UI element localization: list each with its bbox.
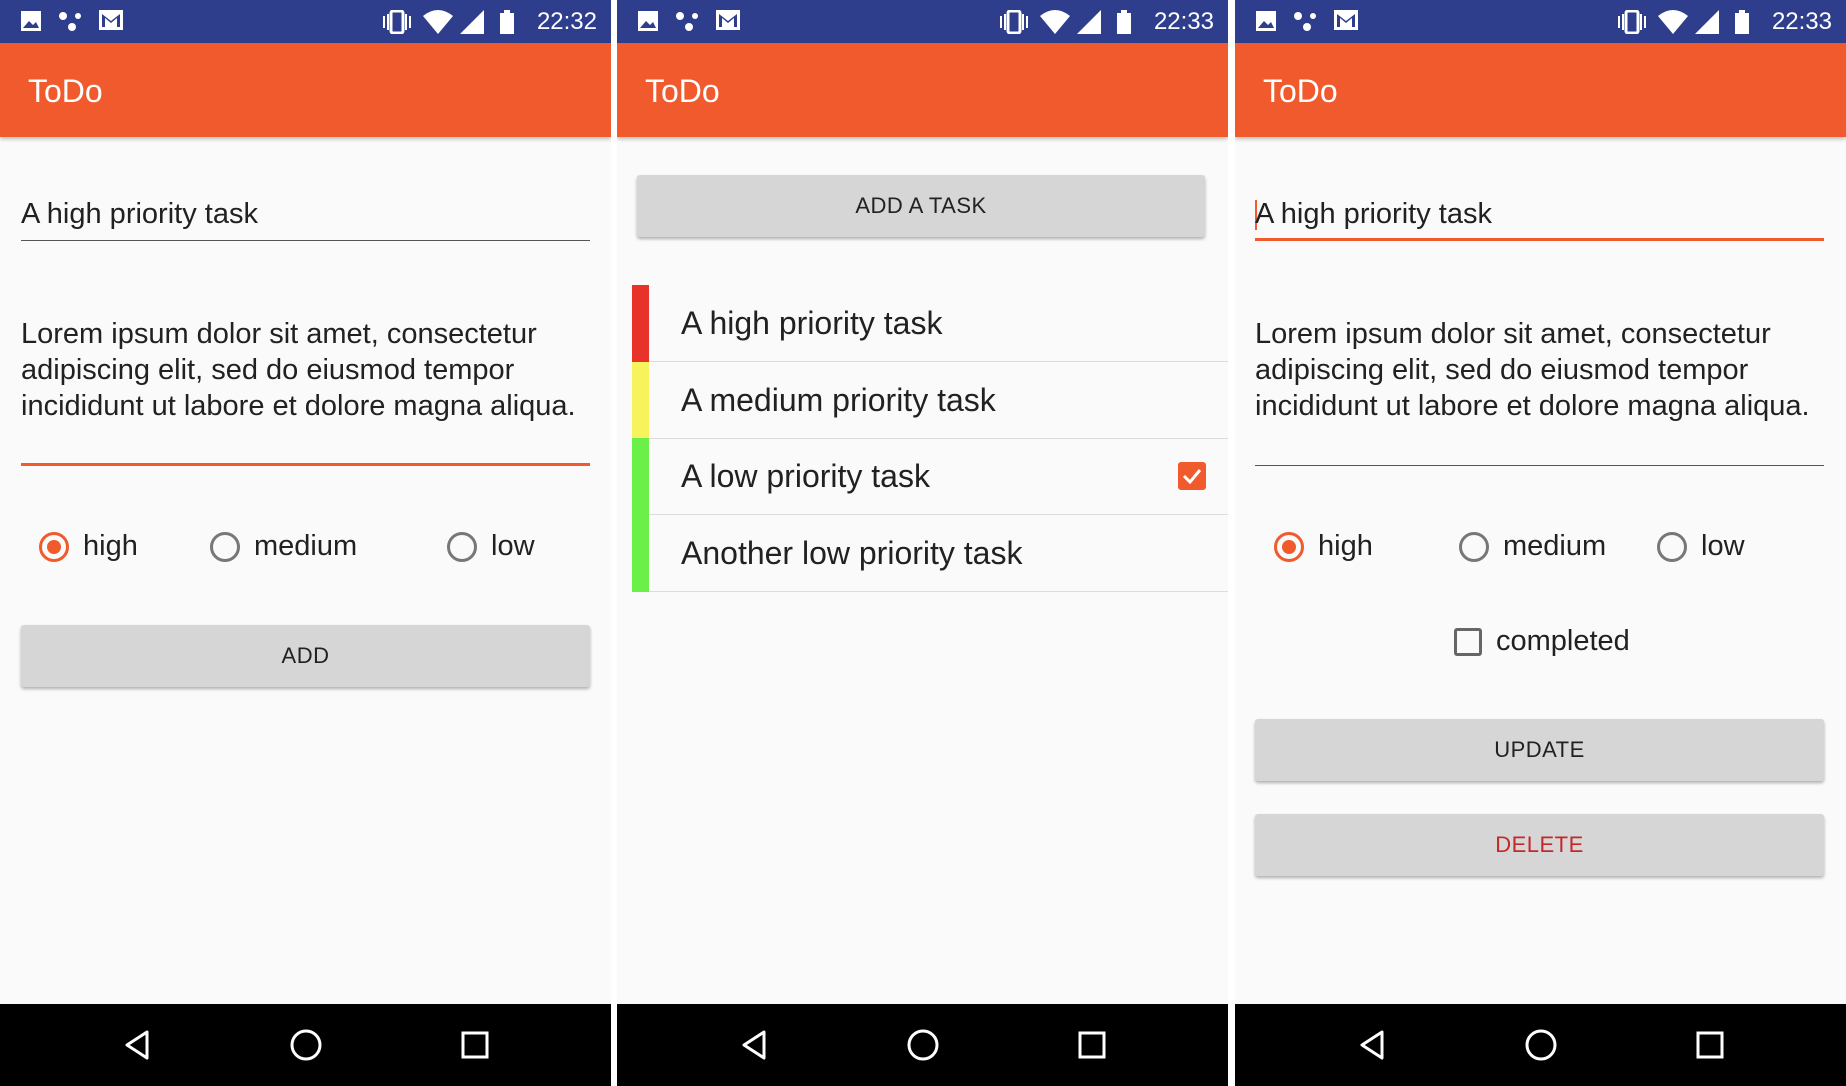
- task-description-input[interactable]: Lorem ipsum dolor sit amet, consectetur …: [21, 316, 590, 466]
- task-title-value: A high priority task: [1255, 198, 1492, 230]
- description-underline: [1255, 465, 1824, 466]
- radio-button[interactable]: [1459, 532, 1489, 562]
- status-bar: 22:33: [617, 0, 1228, 43]
- image-icon: [638, 11, 658, 31]
- update-button[interactable]: UPDATE: [1255, 719, 1824, 781]
- battery-icon: [1117, 10, 1131, 34]
- task-title-value: A high priority task: [21, 198, 258, 230]
- task-row[interactable]: A high priority task: [632, 285, 1228, 362]
- task-label: A medium priority task: [681, 382, 996, 418]
- clock: 22:32: [536, 8, 597, 35]
- vibrate-icon: [1618, 10, 1646, 34]
- task-row[interactable]: Another low priority task: [632, 515, 1228, 592]
- completed-checkbox[interactable]: [1454, 628, 1482, 656]
- image-icon: [21, 11, 41, 31]
- priority-indicator-medium: [632, 362, 649, 439]
- task-label: A high priority task: [681, 305, 943, 341]
- dots-icon: [1294, 12, 1316, 31]
- vibrate-icon: [1000, 10, 1028, 34]
- task-description-value: Lorem ipsum dolor sit amet, consectetur …: [21, 318, 576, 422]
- back-icon[interactable]: [1354, 1027, 1390, 1063]
- add-a-task-button[interactable]: ADD A TASK: [637, 175, 1205, 237]
- app-bar: ToDo: [0, 43, 611, 137]
- task-title-input[interactable]: A high priority task: [21, 196, 590, 241]
- gmail-icon: [1334, 10, 1358, 30]
- status-bar: 22:32: [0, 0, 611, 43]
- task-title-input[interactable]: A high priority task: [1255, 196, 1824, 241]
- priority-indicator-low: [632, 438, 649, 515]
- radio-label-low: low: [491, 530, 535, 562]
- edit-task-screen: 22:33 ToDo A high priority task Lorem ip…: [1235, 0, 1846, 1086]
- recents-icon[interactable]: [457, 1027, 493, 1063]
- gmail-icon: [716, 10, 740, 30]
- wifi-icon: [1040, 10, 1070, 34]
- battery-icon: [500, 10, 514, 34]
- clock: 22:33: [1771, 8, 1832, 35]
- task-description-value: Lorem ipsum dolor sit amet, consectetur …: [1255, 318, 1810, 422]
- task-row[interactable]: A medium priority task: [632, 362, 1228, 439]
- home-icon[interactable]: [288, 1027, 324, 1063]
- radio-button-checked[interactable]: [39, 532, 69, 562]
- task-description-input[interactable]: Lorem ipsum dolor sit amet, consectetur …: [1255, 316, 1824, 466]
- radio-label-low: low: [1701, 530, 1745, 562]
- title-underline: [21, 240, 590, 241]
- radio-label-medium: medium: [254, 530, 358, 562]
- battery-icon: [1735, 10, 1749, 34]
- dots-icon: [676, 12, 698, 31]
- completed-label: completed: [1496, 625, 1630, 657]
- back-icon[interactable]: [736, 1027, 772, 1063]
- radio-label-high: high: [83, 530, 138, 562]
- radio-button[interactable]: [210, 532, 240, 562]
- back-icon[interactable]: [119, 1027, 155, 1063]
- radio-button[interactable]: [447, 532, 477, 562]
- signal-icon: [1077, 10, 1101, 34]
- task-label: A low priority task: [681, 458, 930, 494]
- recents-icon[interactable]: [1692, 1027, 1728, 1063]
- title-underline: [1255, 238, 1824, 241]
- delete-button[interactable]: DELETE: [1255, 814, 1824, 876]
- app-title: ToDo: [28, 73, 103, 109]
- signal-icon: [1695, 10, 1719, 34]
- vibrate-icon: [383, 10, 411, 34]
- radio-button[interactable]: [1657, 532, 1687, 562]
- app-bar: ToDo: [617, 43, 1228, 137]
- status-bar: 22:33: [1235, 0, 1846, 43]
- completed-checkbox[interactable]: [1178, 462, 1206, 490]
- priority-indicator-high: [632, 285, 649, 362]
- home-icon[interactable]: [1523, 1027, 1559, 1063]
- task-list-screen: 22:33 ToDo ADD A TASK A high priority ta…: [617, 0, 1228, 1086]
- app-bar: ToDo: [1235, 43, 1846, 137]
- app-title: ToDo: [645, 73, 720, 109]
- recents-icon[interactable]: [1074, 1027, 1110, 1063]
- app-title: ToDo: [1263, 73, 1338, 109]
- task-row[interactable]: A low priority task: [632, 438, 1228, 515]
- radio-label-medium: medium: [1503, 530, 1607, 562]
- dots-icon: [59, 12, 81, 31]
- task-label: Another low priority task: [681, 535, 1023, 571]
- description-underline: [21, 463, 590, 466]
- image-icon: [1256, 11, 1276, 31]
- nav-bar: [617, 1004, 1228, 1086]
- add-button[interactable]: ADD: [21, 625, 590, 687]
- gmail-icon: [99, 10, 123, 30]
- check-icon: [1182, 469, 1202, 485]
- nav-bar: [1235, 1004, 1846, 1086]
- add-task-screen: 22:32 ToDo A high priority task Lorem ip…: [0, 0, 611, 1086]
- home-icon[interactable]: [905, 1027, 941, 1063]
- wifi-icon: [423, 10, 453, 34]
- radio-label-high: high: [1318, 530, 1373, 562]
- signal-icon: [460, 10, 484, 34]
- radio-button-checked[interactable]: [1274, 532, 1304, 562]
- clock: 22:33: [1153, 8, 1214, 35]
- nav-bar: [0, 1004, 611, 1086]
- wifi-icon: [1658, 10, 1688, 34]
- priority-indicator-low: [632, 515, 649, 592]
